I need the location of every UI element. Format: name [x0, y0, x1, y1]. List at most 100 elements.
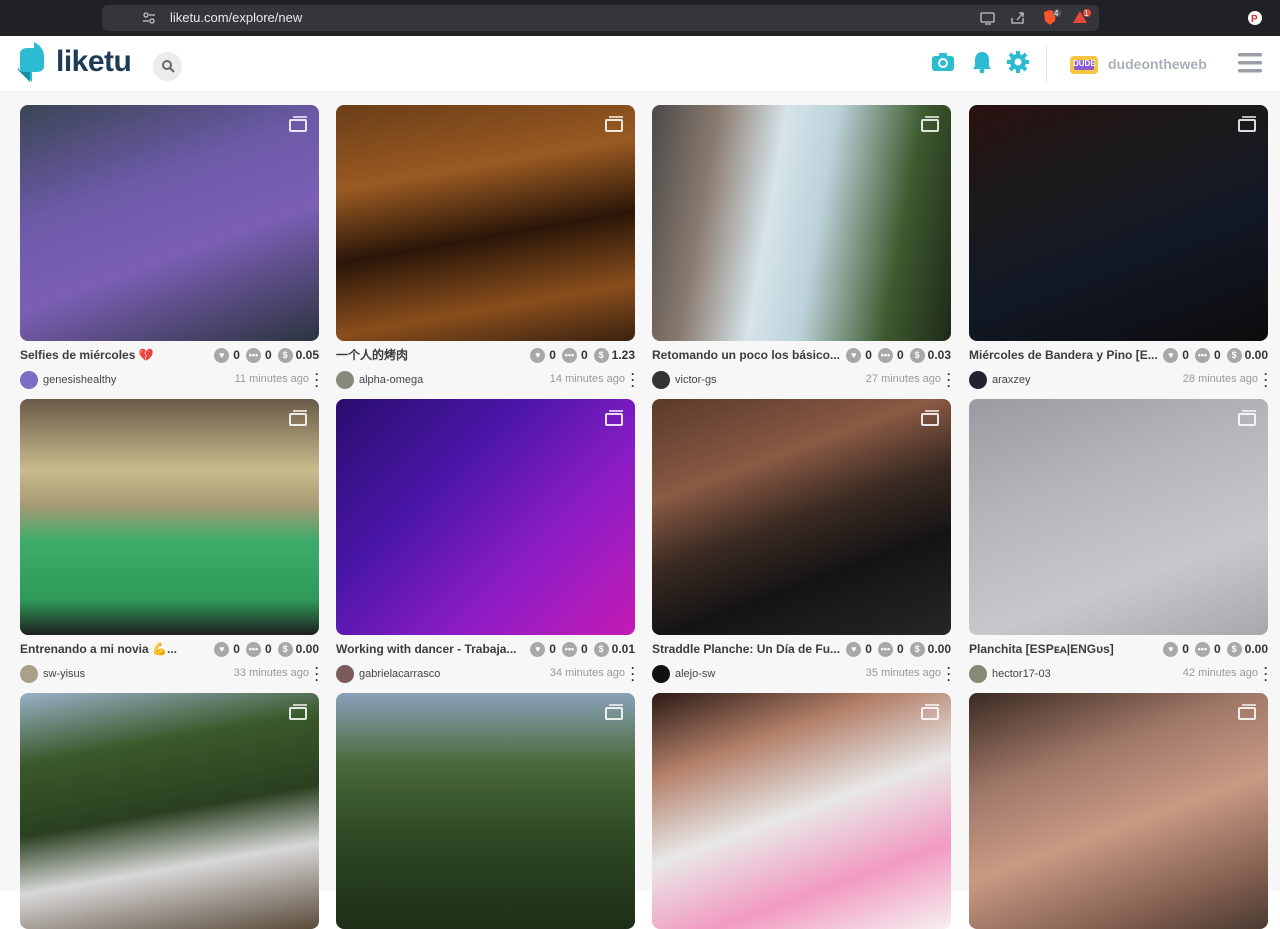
avatar[interactable]: DUDE — [1068, 52, 1100, 78]
post-thumbnail[interactable] — [336, 399, 635, 635]
post-grid: Selfies de miércoles 💔 ♥ 0 ••• 0 $0.05 gen… — [0, 92, 1280, 929]
post-title[interactable]: Selfies de miércoles 💔 — [20, 347, 220, 363]
comments-count: 0 — [580, 348, 588, 362]
gallery-icon — [289, 116, 307, 132]
post-thumbnail[interactable] — [336, 105, 635, 341]
likes-count: 0 — [233, 642, 240, 656]
comment-icon[interactable]: ••• — [561, 641, 577, 657]
more-options-icon[interactable]: · · · — [631, 662, 635, 686]
post-thumbnail[interactable] — [652, 105, 951, 341]
dollar-icon: $ — [1226, 347, 1242, 363]
brave-shield-icon[interactable] — [1042, 5, 1062, 36]
comments-count: 0 — [264, 642, 272, 656]
author-name: victor-gs — [675, 374, 717, 386]
post-thumbnail[interactable] — [969, 105, 1268, 341]
payout-value: 0.03 — [927, 348, 951, 362]
post-author[interactable]: victor-gs — [652, 371, 717, 389]
comment-icon[interactable]: ••• — [1194, 641, 1210, 657]
author-name: hector17-03 — [992, 668, 1051, 680]
more-options-icon[interactable]: · · · — [315, 662, 319, 686]
comment-icon[interactable]: ••• — [877, 641, 893, 657]
share-icon[interactable] — [1010, 5, 1026, 34]
username[interactable]: dudeontheweb — [1108, 56, 1207, 72]
author-avatar — [336, 665, 354, 683]
gallery-icon — [921, 116, 939, 132]
comment-icon[interactable]: ••• — [245, 641, 261, 657]
gear-icon[interactable] — [1007, 51, 1029, 78]
post-title[interactable]: Working with dancer - Trabaja... — [336, 641, 536, 657]
svg-text:P: P — [1251, 14, 1258, 25]
more-options-icon[interactable]: · · · — [1264, 368, 1268, 392]
dollar-icon: $ — [1226, 641, 1242, 657]
post-time: 27 minutes ago — [865, 373, 941, 385]
logo-icon[interactable] — [18, 42, 48, 89]
url-text[interactable]: liketu.com/explore/new — [170, 5, 302, 31]
post-author[interactable]: gabrielacarrasco — [336, 665, 440, 683]
post-thumbnail[interactable] — [20, 105, 319, 341]
post-thumbnail[interactable] — [652, 693, 951, 929]
payout-value: 1.23 — [611, 348, 635, 362]
author-name: araxzey — [992, 374, 1031, 386]
more-options-icon[interactable]: · · · — [947, 368, 951, 392]
post-thumbnail[interactable] — [336, 693, 635, 929]
logo-text[interactable]: liketu — [56, 45, 132, 79]
post-author[interactable]: alpha-omega — [336, 371, 423, 389]
gallery-icon — [289, 410, 307, 426]
heart-icon[interactable]: ♥ — [1163, 641, 1179, 657]
heart-icon[interactable]: ♥ — [214, 641, 230, 657]
heart-icon[interactable]: ♥ — [530, 641, 546, 657]
heart-icon[interactable]: ♥ — [846, 347, 862, 363]
site-settings-icon[interactable] — [142, 5, 156, 34]
post-stats: ♥ 0 ••• 0 $0.00 — [1157, 641, 1268, 657]
more-options-icon[interactable]: · · · — [1264, 662, 1268, 686]
camera-icon[interactable] — [931, 52, 955, 77]
post-stats: ♥ 0 ••• 0 $1.23 — [524, 347, 635, 363]
post-title[interactable]: 一个人的烤肉 — [336, 347, 536, 363]
post-title[interactable]: Entrenando a mi novia 💪... — [20, 641, 220, 657]
post-author[interactable]: araxzey — [969, 371, 1031, 389]
brave-rewards-icon[interactable] — [1072, 5, 1092, 36]
author-avatar — [20, 371, 38, 389]
search-button[interactable] — [153, 52, 182, 81]
more-options-icon[interactable]: · · · — [947, 662, 951, 686]
more-options-icon[interactable]: · · · — [631, 368, 635, 392]
author-avatar — [336, 371, 354, 389]
author-avatar — [652, 665, 670, 683]
post-title[interactable]: Planchita [ESPᴇᴀ|ENGᴜs] — [969, 641, 1169, 657]
post-author[interactable]: hector17-03 — [969, 665, 1051, 683]
address-bar[interactable]: liketu.com/explore/new 4 1 — [102, 5, 1099, 31]
post-thumbnail[interactable] — [20, 399, 319, 635]
post-stats: ♥ 0 ••• 0 $0.05 — [208, 347, 319, 363]
extension-icon[interactable]: P — [1246, 5, 1264, 36]
hamburger-menu-icon[interactable] — [1238, 52, 1262, 79]
heart-icon[interactable]: ♥ — [846, 641, 862, 657]
post-thumbnail[interactable] — [20, 693, 319, 929]
post-title[interactable]: Miércoles de Bandera y Pino [E... — [969, 347, 1169, 363]
search-icon — [161, 59, 175, 78]
comment-icon[interactable]: ••• — [1194, 347, 1210, 363]
dollar-icon: $ — [593, 347, 609, 363]
post-stats: ♥ 0 ••• 0 $0.00 — [840, 641, 951, 657]
comment-icon[interactable]: ••• — [245, 347, 261, 363]
brave-count: 4 — [1054, 9, 1059, 18]
heart-icon[interactable]: ♥ — [214, 347, 230, 363]
post-title[interactable]: Retomando un poco los básico... — [652, 347, 852, 363]
gallery-icon — [921, 704, 939, 720]
heart-icon[interactable]: ♥ — [1163, 347, 1179, 363]
post-author[interactable]: alejo-sw — [652, 665, 715, 683]
post-author[interactable]: sw-yisus — [20, 665, 85, 683]
comment-icon[interactable]: ••• — [561, 347, 577, 363]
post-thumbnail[interactable] — [652, 399, 951, 635]
post-thumbnail[interactable] — [969, 693, 1268, 929]
heart-icon[interactable]: ♥ — [530, 347, 546, 363]
post-time: 33 minutes ago — [233, 667, 309, 679]
alert-count: 1 — [1084, 9, 1089, 18]
post-author[interactable]: genesishealthy — [20, 371, 116, 389]
post-title[interactable]: Straddle Planche: Un Día de Fu... — [652, 641, 852, 657]
more-options-icon[interactable]: · · · — [315, 368, 319, 392]
payout-value: 0.05 — [295, 348, 319, 362]
cast-icon[interactable] — [980, 5, 996, 34]
post-thumbnail[interactable] — [969, 399, 1268, 635]
bell-icon[interactable] — [971, 50, 993, 79]
comment-icon[interactable]: ••• — [877, 347, 893, 363]
